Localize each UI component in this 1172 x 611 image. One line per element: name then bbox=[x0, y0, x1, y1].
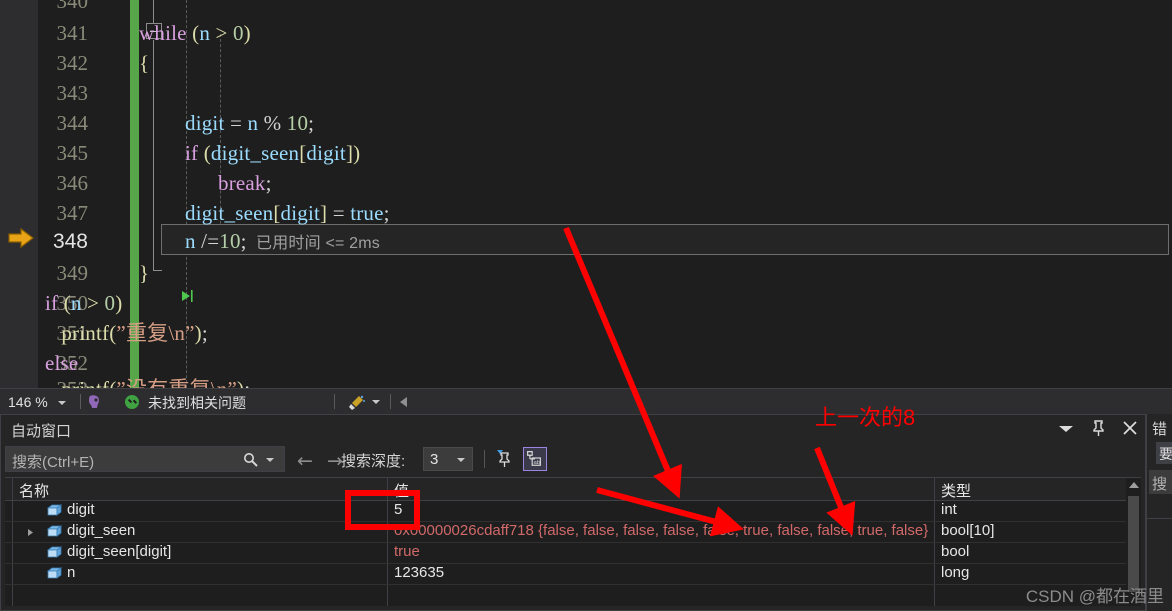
cleanup-chevron-down-icon[interactable] bbox=[372, 400, 380, 404]
autos-tool-window: 自动窗口 搜索(Ctrl+E) ← → 搜索深度: 3 ab 名称 值 类型 d… bbox=[0, 414, 1146, 611]
scrollbar-thumb[interactable] bbox=[1128, 496, 1139, 592]
error-list-divider bbox=[1147, 518, 1172, 519]
error-list-tab[interactable]: 要 bbox=[1156, 442, 1172, 464]
search-input[interactable]: 搜索(Ctrl+E) bbox=[5, 446, 285, 472]
cell-type: bool bbox=[941, 543, 970, 560]
variable-icon bbox=[47, 504, 62, 516]
collapse-left-chevron-icon[interactable] bbox=[400, 397, 407, 407]
current-statement-arrow-icon bbox=[8, 227, 34, 249]
toolbar-separator bbox=[484, 450, 485, 468]
table-row[interactable]: digit_seen[digit] true bool bbox=[5, 542, 1141, 564]
visual-studio-debug-screen: 340 341 342 343 344 345 346 347 348 349 … bbox=[0, 0, 1172, 611]
cell-name: digit_seen[digit] bbox=[67, 543, 172, 560]
column-header-value[interactable]: 值 bbox=[394, 480, 409, 501]
search-options-chevron-icon[interactable] bbox=[266, 458, 274, 462]
elapsed-time-label: 已用时间 <= 2ms bbox=[256, 235, 381, 252]
table-row[interactable]: n 123635 long bbox=[5, 563, 1141, 585]
run-to-cursor-icon[interactable] bbox=[180, 288, 196, 304]
search-icon[interactable] bbox=[243, 452, 258, 467]
zoom-level-combobox[interactable]: 146 % bbox=[2, 391, 74, 413]
status-separator-2 bbox=[334, 394, 335, 409]
code-health-ok-icon bbox=[125, 395, 139, 409]
cell-value[interactable]: 5 bbox=[394, 501, 402, 518]
problems-status-text: 未找到相关问题 bbox=[148, 395, 246, 411]
code-editor[interactable]: 340 341 342 343 344 345 346 347 348 349 … bbox=[0, 0, 1172, 388]
variable-icon bbox=[47, 525, 62, 537]
error-list-title: 错 bbox=[1152, 421, 1168, 438]
pin-all-icon[interactable] bbox=[493, 447, 517, 471]
code-line-345[interactable]: if (digit_seen[digit]) bbox=[185, 136, 360, 171]
autos-grid[interactable]: 名称 值 类型 digit 5 int digit_seen 0x0000002… bbox=[5, 477, 1141, 606]
status-separator-1 bbox=[80, 394, 81, 409]
outline-end-tick bbox=[153, 270, 162, 271]
code-line-348[interactable]: n /=10; 已用时间 <= 2ms bbox=[185, 224, 380, 259]
csdn-watermark: CSDN @都在酒里 bbox=[1025, 587, 1164, 606]
variable-icon bbox=[47, 546, 62, 558]
search-depth-label: 搜索深度: bbox=[341, 453, 406, 470]
code-line-342[interactable]: { bbox=[139, 46, 149, 81]
cell-value[interactable]: 0x00000026cdaff718 {false, false, false,… bbox=[394, 522, 928, 539]
column-header-type[interactable]: 类型 bbox=[941, 480, 971, 501]
status-separator-3 bbox=[390, 394, 391, 409]
error-list-search-label: 搜 bbox=[1152, 476, 1168, 493]
table-row[interactable]: digit_seen 0x00000026cdaff718 {false, fa… bbox=[5, 521, 1141, 543]
pin-window-icon[interactable] bbox=[1089, 419, 1107, 437]
cell-value[interactable]: true bbox=[394, 543, 420, 560]
close-window-icon[interactable] bbox=[1121, 419, 1139, 437]
table-row[interactable]: digit 5 int bbox=[5, 500, 1141, 522]
cell-name: n bbox=[67, 564, 76, 581]
autos-toolbar: 搜索(Ctrl+E) ← → 搜索深度: 3 ab bbox=[1, 443, 1145, 475]
search-placeholder: 搜索(Ctrl+E) bbox=[12, 454, 95, 471]
cell-name: digit_seen bbox=[67, 522, 136, 539]
error-list-tab-label: 要 bbox=[1159, 446, 1172, 462]
svg-text:ab: ab bbox=[534, 460, 541, 466]
window-menu-chevron-icon[interactable] bbox=[1057, 419, 1075, 437]
show-raw-values-icon[interactable]: ab bbox=[523, 447, 547, 471]
depth-chevron-down-icon bbox=[457, 458, 465, 462]
nav-back-arrow-icon[interactable]: ← bbox=[297, 450, 313, 472]
cleanup-broom-icon[interactable] bbox=[348, 394, 366, 411]
cell-value[interactable]: 123635 bbox=[394, 564, 444, 581]
search-depth-combobox[interactable]: 3 bbox=[423, 447, 473, 471]
intellicode-head-icon[interactable] bbox=[86, 393, 104, 411]
autos-window-title: 自动窗口 bbox=[11, 423, 72, 440]
search-depth-value: 3 bbox=[430, 451, 439, 468]
variable-icon bbox=[47, 567, 62, 579]
editor-status-bar: 146 % 未找到相关问题 bbox=[0, 388, 1172, 414]
cell-name: digit bbox=[67, 501, 95, 518]
autos-title-bar: 自动窗口 bbox=[1, 415, 1145, 443]
column-header-name[interactable]: 名称 bbox=[19, 480, 49, 501]
zoom-level-value: 146 % bbox=[8, 394, 48, 410]
cell-type: bool[10] bbox=[941, 522, 995, 539]
expand-chevron-icon[interactable] bbox=[26, 528, 35, 537]
cell-type: int bbox=[941, 501, 957, 518]
code-line-353[interactable]: printf(”没有重复\n”); bbox=[45, 372, 250, 388]
code-line-341[interactable]: while (n > 0) bbox=[139, 16, 251, 51]
error-list-search-input[interactable]: 搜 bbox=[1149, 470, 1172, 494]
scroll-up-arrow-icon[interactable] bbox=[1129, 482, 1139, 488]
chevron-down-icon bbox=[58, 401, 66, 405]
grid-header-row: 名称 值 类型 bbox=[5, 478, 1141, 501]
outline-vertical-line bbox=[153, 40, 154, 270]
code-line-349[interactable]: } bbox=[139, 256, 149, 291]
cell-type: long bbox=[941, 564, 970, 581]
